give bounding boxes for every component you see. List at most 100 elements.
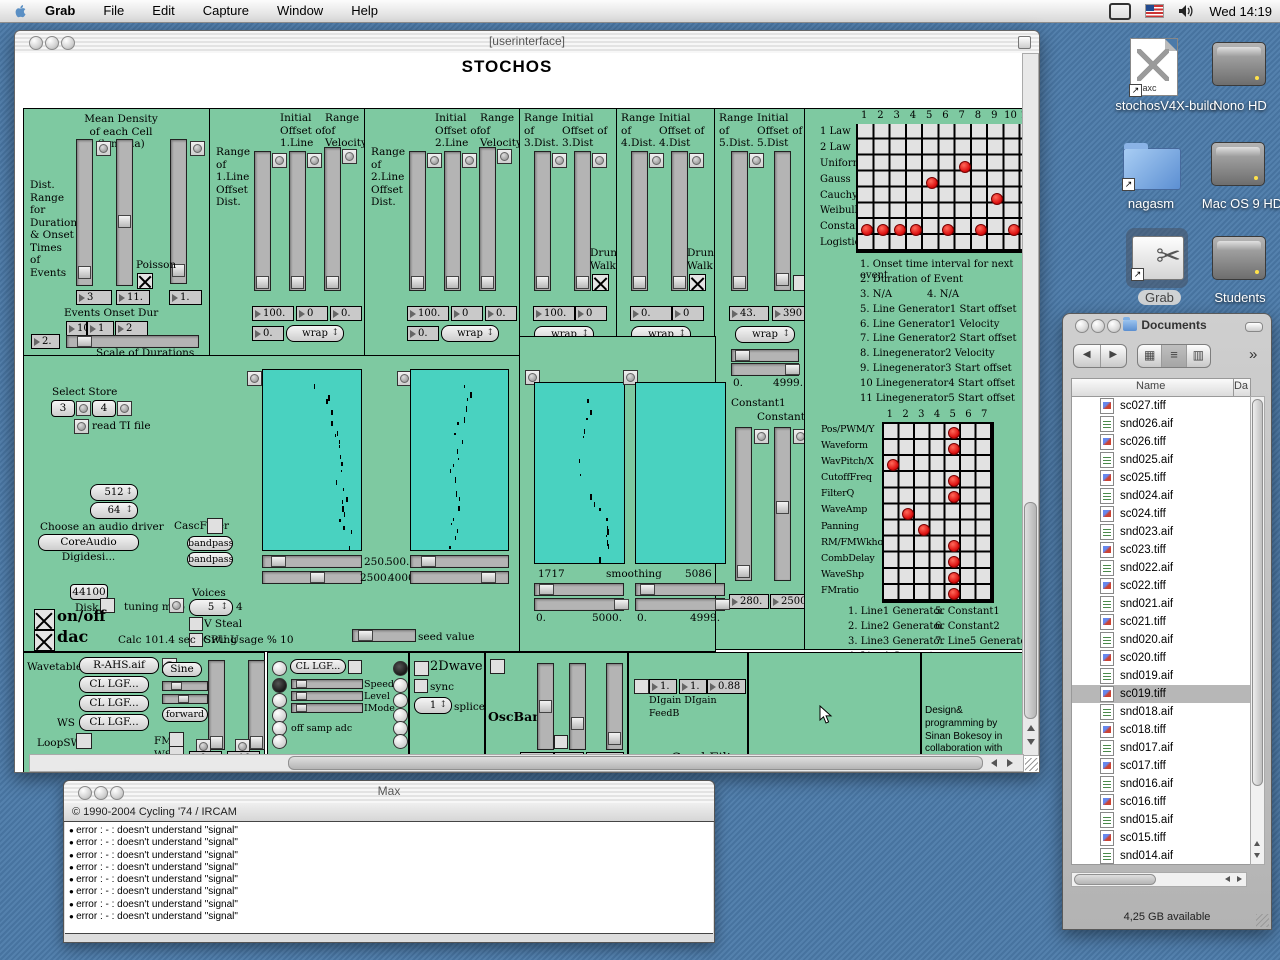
pstart-slider[interactable]	[208, 660, 225, 750]
desktop-icon-nono-hd[interactable]: Nono HD	[1205, 42, 1275, 122]
file-row[interactable]: snd021.aif	[1072, 595, 1250, 613]
file-row[interactable]: sc023.tiff	[1072, 541, 1250, 559]
line2-velocity-slider[interactable]	[479, 147, 496, 291]
file-row[interactable]: snd022.aif	[1072, 559, 1250, 577]
drunk-walk-checkbox[interactable]	[592, 274, 609, 291]
finder-vscroll-thumb[interactable]	[1252, 399, 1263, 786]
constant1-slider[interactable]	[735, 427, 752, 581]
forward-button[interactable]	[1100, 345, 1127, 367]
file-row[interactable]: snd015.aif	[1072, 811, 1250, 829]
finder-vscrollbar[interactable]	[1250, 396, 1265, 865]
apple-menu-icon[interactable]	[14, 4, 27, 19]
desktop-icon-grab[interactable]: Grab	[1126, 228, 1190, 308]
finder-hscrollbar[interactable]	[1071, 872, 1247, 887]
file-row[interactable]: snd014.aif	[1072, 847, 1250, 865]
wrap-dropdown[interactable]: wrap	[735, 326, 795, 343]
grid1-matrix[interactable]	[856, 124, 1037, 253]
horizontal-scroll-thumb[interactable]	[288, 756, 983, 770]
crossmod-radio-l6[interactable]	[272, 734, 287, 749]
menu-item[interactable]: Capture	[189, 0, 263, 22]
numbox[interactable]: 100.	[407, 306, 449, 321]
crossmod-radio-l3[interactable]	[272, 693, 287, 708]
crossmod-radio-r6[interactable]	[393, 734, 408, 749]
seed-slider[interactable]	[352, 629, 416, 642]
scope1-slider-1[interactable]	[262, 555, 362, 568]
cascfilter-checkbox[interactable]	[207, 518, 223, 534]
file-row[interactable]: snd023.aif	[1072, 523, 1250, 541]
crossmod-radio-l1[interactable]	[272, 661, 287, 676]
numbox[interactable]: 0.	[252, 326, 284, 341]
level-slider[interactable]	[291, 691, 363, 701]
vertical-scrollbar[interactable]	[1022, 53, 1039, 756]
numbox[interactable]: 100.	[533, 306, 575, 321]
file-row[interactable]: snd026.aif	[1072, 415, 1250, 433]
voices-dropdown[interactable]: 5	[189, 599, 233, 616]
slider-toggle[interactable]	[649, 153, 664, 168]
scope1-toggle[interactable]	[247, 371, 262, 386]
file-row[interactable]: sc018.tiff	[1072, 721, 1250, 739]
crossmod-radio-r1[interactable]	[393, 661, 408, 676]
toolbar-overflow-chevron[interactable]	[1249, 346, 1257, 364]
max-titlebar[interactable]: Max	[64, 781, 714, 804]
file-row[interactable]: sc025.tiff	[1072, 469, 1250, 487]
pstop-slider[interactable]	[248, 660, 265, 750]
wavetable-slider-1[interactable]	[162, 681, 208, 691]
crossmod-radio-l2[interactable]	[272, 678, 287, 693]
slider-toggle[interactable]	[552, 153, 567, 168]
audio-driver-button[interactable]: CoreAudio Digidesi...	[38, 534, 139, 551]
file-row[interactable]: snd019.aif	[1072, 667, 1250, 685]
sine-button[interactable]: Sine	[162, 662, 202, 677]
wrap-dropdown[interactable]: wrap	[441, 325, 499, 342]
numbox[interactable]: 280.	[729, 594, 769, 609]
numbox[interactable]: 2	[115, 321, 148, 336]
dist5-hslider-1[interactable]	[731, 349, 799, 362]
menu-clock[interactable]: Wed 14:19	[1209, 4, 1272, 19]
vsteal-checkbox[interactable]	[189, 617, 203, 631]
wavetable-lgf-button-1[interactable]: CL LGF...	[79, 676, 149, 693]
imode-slider[interactable]	[291, 703, 363, 713]
buffer-size-dropdown[interactable]: 512	[90, 484, 138, 501]
window-titlebar[interactable]: [userinterface]	[15, 31, 1039, 54]
resize-grip[interactable]	[1256, 914, 1269, 927]
vector-size-dropdown[interactable]: 64	[90, 502, 138, 519]
offset-slider[interactable]	[606, 663, 623, 750]
dac-checkbox[interactable]	[34, 630, 55, 651]
numbox[interactable]: 10	[66, 321, 87, 336]
file-row[interactable]: sc022.tiff	[1072, 577, 1250, 595]
dist4-offset-slider[interactable]	[671, 151, 688, 291]
onoff-checkbox[interactable]	[34, 609, 55, 630]
finder-titlebar[interactable]: Documents	[1063, 314, 1271, 336]
numbox[interactable]: 0.	[485, 306, 517, 321]
menu-item[interactable]: Help	[337, 0, 392, 22]
dist4-range-slider[interactable]	[631, 151, 648, 291]
dist5-hslider-2[interactable]	[731, 363, 799, 376]
desktop-icon-macos9-hd[interactable]: Mac OS 9 HD	[1200, 140, 1280, 220]
file-row[interactable]: snd017.aif	[1072, 739, 1250, 757]
scroll-left-arrow[interactable]	[1225, 876, 1230, 882]
loopsw-checkbox[interactable]	[76, 733, 92, 749]
line1-offset-slider[interactable]	[289, 151, 306, 291]
density-slider-2[interactable]	[116, 139, 133, 286]
tuning-map-toggle[interactable]	[169, 598, 184, 613]
numbox[interactable]: 43.	[729, 306, 769, 321]
fm-checkbox[interactable]	[169, 732, 184, 747]
scope1-slider-2[interactable]	[262, 571, 362, 584]
d1gain-numbox[interactable]: 1.	[649, 679, 677, 694]
oscbank-small-box[interactable]	[554, 735, 568, 749]
constant2-slider[interactable]	[774, 427, 791, 581]
file-row[interactable]: sc019.tiff	[1072, 685, 1250, 703]
wavetable-slider-2[interactable]	[162, 694, 208, 704]
name-column-header[interactable]: Name	[1136, 380, 1165, 392]
crossmod-radio-r3[interactable]	[393, 693, 408, 708]
resize-grip[interactable]	[1025, 758, 1038, 771]
slider-toggle[interactable]	[749, 153, 764, 168]
splice-dropdown[interactable]: 1	[414, 697, 452, 714]
crossmod-radio-r2[interactable]	[393, 678, 408, 693]
line1-range-slider[interactable]	[254, 151, 271, 291]
file-row[interactable]: snd018.aif	[1072, 703, 1250, 721]
scroll-left-arrow[interactable]	[991, 759, 997, 767]
crossmod-checkbox[interactable]	[348, 660, 362, 674]
scroll-down-arrow[interactable]	[1027, 739, 1035, 745]
file-row[interactable]: snd025.aif	[1072, 451, 1250, 469]
slider-toggle[interactable]	[462, 153, 477, 168]
